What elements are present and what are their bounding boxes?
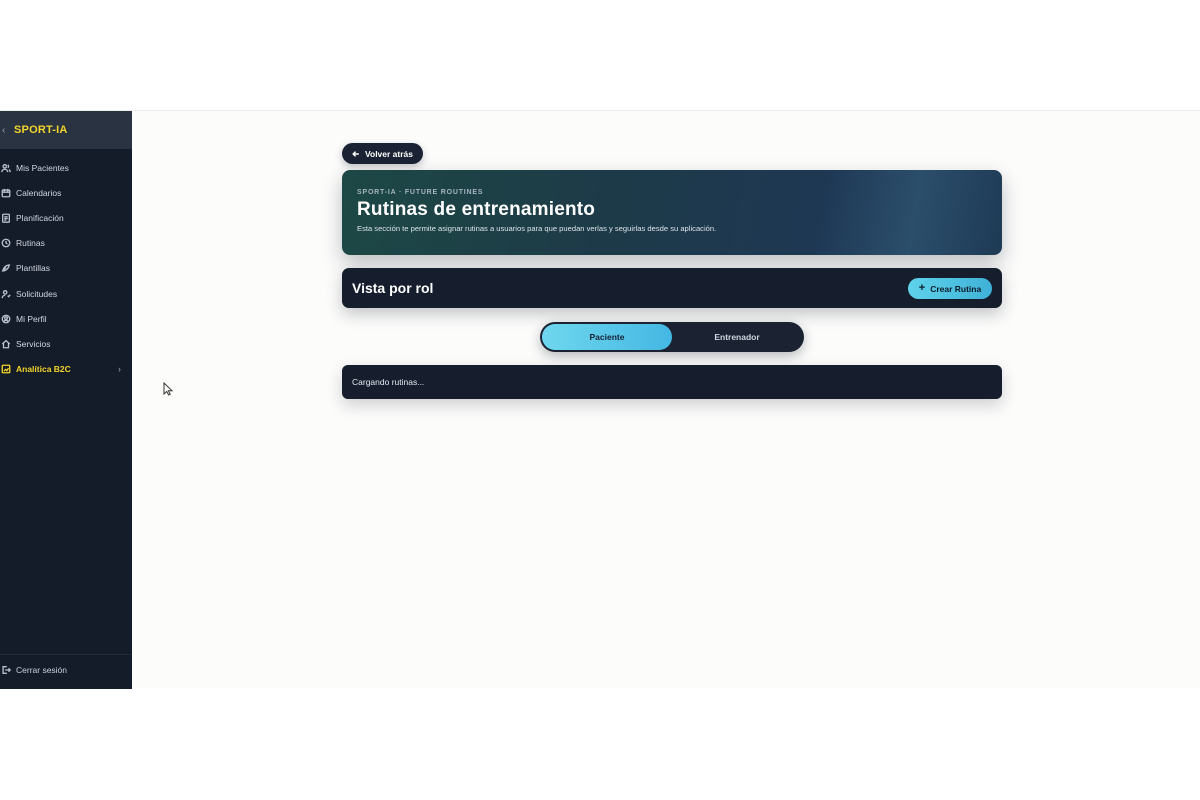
sidebar-item-label: Planificación xyxy=(16,212,64,223)
sidebar-item-label: Calendarios xyxy=(16,187,62,198)
planning-icon xyxy=(0,213,16,223)
sidebar: ‹ SPORT-IA Mis Pacientes Calendarios Pla… xyxy=(0,111,132,689)
logout-label: Cerrar sesión xyxy=(16,665,68,675)
sidebar-item-label: Mis Pacientes xyxy=(16,162,69,173)
sidebar-divider xyxy=(0,654,132,655)
sidebar-item-servicios[interactable]: Servicios xyxy=(0,331,132,356)
sidebar-item-label: Solicitudes xyxy=(16,288,58,299)
sidebar-item-label: Plantillas xyxy=(16,263,51,274)
sidebar-item-label: Servicios xyxy=(16,338,51,349)
sidebar-item-label: Rutinas xyxy=(16,238,45,249)
sidebar-item-label: Analítica B2C xyxy=(16,364,71,375)
role-toggle: Paciente Entrenador xyxy=(540,322,804,352)
logout-button[interactable]: Cerrar sesión xyxy=(0,663,132,677)
brand-name: SPORT-IA xyxy=(14,124,68,136)
main-content: Volver atrás SPORT-IA · FUTURE ROUTINES … xyxy=(132,111,1200,689)
sidebar-item-calendarios[interactable]: Calendarios xyxy=(0,180,132,205)
services-icon xyxy=(0,339,16,349)
logout-icon xyxy=(0,665,16,675)
app-frame: ‹ SPORT-IA Mis Pacientes Calendarios Pla… xyxy=(0,110,1200,689)
back-button-label: Volver atrás xyxy=(364,148,414,159)
mouse-cursor-icon xyxy=(163,381,174,401)
sidebar-item-solicitudes[interactable]: Solicitudes xyxy=(0,281,132,306)
sidebar-nav: Mis Pacientes Calendarios Planificación … xyxy=(0,155,132,382)
requests-icon xyxy=(0,289,16,299)
collapse-icon[interactable]: ‹ xyxy=(2,125,12,136)
back-button[interactable]: Volver atrás xyxy=(342,143,423,164)
sidebar-item-rutinas[interactable]: Rutinas xyxy=(0,231,132,256)
create-routine-button[interactable]: + Crear Rutina xyxy=(908,278,992,299)
sidebar-item-analitica-b2c[interactable]: Analítica B2C › xyxy=(0,357,132,382)
toggle-option-entrenador[interactable]: Entrenador xyxy=(672,324,802,350)
dumbbell-icon xyxy=(0,238,16,248)
hero-eyebrow: SPORT-IA · FUTURE ROUTINES xyxy=(357,189,484,196)
sidebar-item-planificacion[interactable]: Planificación xyxy=(0,205,132,230)
hero-description: Esta sección te permite asignar rutinas … xyxy=(357,224,717,233)
calendar-icon xyxy=(0,188,16,198)
template-icon xyxy=(0,263,16,273)
analytics-icon xyxy=(0,364,16,374)
create-routine-label: Crear Rutina xyxy=(930,283,982,294)
role-view-title: Vista por rol xyxy=(352,280,434,296)
chevron-right-icon: › xyxy=(118,364,121,375)
toggle-option-paciente[interactable]: Paciente xyxy=(542,324,672,350)
hero-banner: SPORT-IA · FUTURE ROUTINES Rutinas de en… xyxy=(342,170,1002,255)
plus-icon: + xyxy=(918,282,926,294)
users-icon xyxy=(0,163,16,173)
user-icon xyxy=(0,314,16,324)
sidebar-item-label: Mi Perfil xyxy=(16,313,47,324)
sidebar-brand[interactable]: ‹ SPORT-IA xyxy=(0,111,132,149)
loading-message: Cargando rutinas... xyxy=(342,365,1002,399)
sidebar-item-mi-perfil[interactable]: Mi Perfil xyxy=(0,306,132,331)
page-title: Rutinas de entrenamiento xyxy=(357,199,596,220)
arrow-left-icon xyxy=(352,150,359,157)
role-view-bar: Vista por rol + Crear Rutina xyxy=(342,268,1002,308)
sidebar-item-mis-pacientes[interactable]: Mis Pacientes xyxy=(0,155,132,180)
sidebar-item-plantillas[interactable]: Plantillas xyxy=(0,256,132,281)
